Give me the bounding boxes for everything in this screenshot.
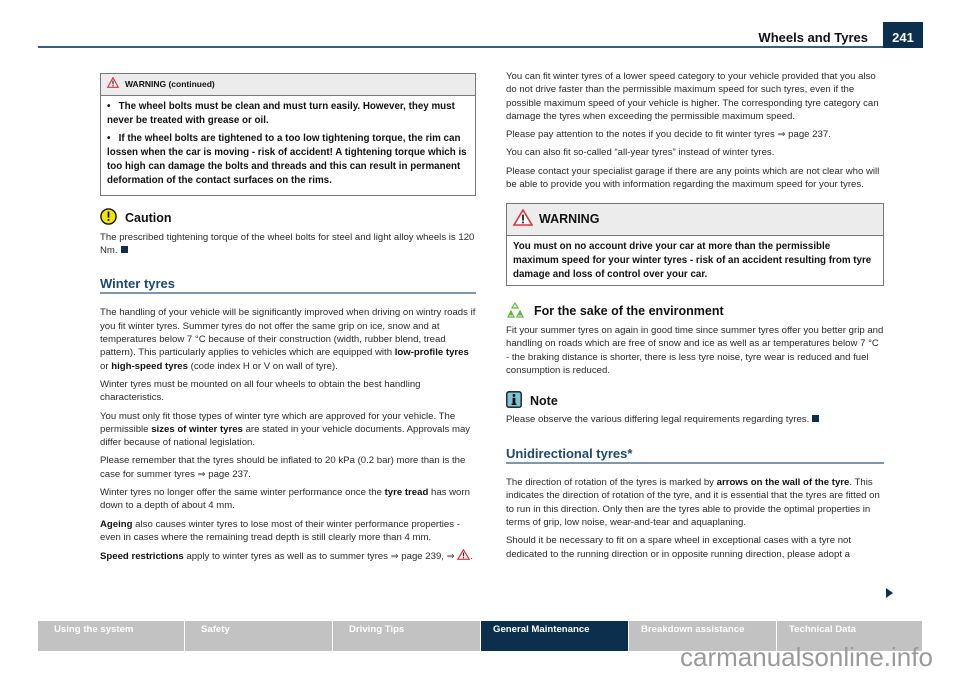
right-column: You can fit winter tyres of a lower spee… <box>506 70 884 566</box>
nav-tab-using-the-system[interactable]: Using the system <box>38 621 185 651</box>
info-icon <box>506 391 522 411</box>
warning-continued-box: WARNING (continued) • The wheel bolts mu… <box>100 73 476 197</box>
section-heading-unidirectional-tyres: Unidirectional tyres* <box>506 446 884 465</box>
caution-icon <box>100 208 117 228</box>
warning-continued-header: WARNING (continued) <box>101 74 475 97</box>
paragraph: The handling of your vehicle will be sig… <box>100 307 476 372</box>
note-text: Please observe the various differing leg… <box>506 413 884 426</box>
warning-header: WARNING <box>507 204 883 236</box>
paragraph: Winter tyres no longer offer the same wi… <box>100 487 470 512</box>
paragraph: Please contact your specialist garage if… <box>506 165 880 191</box>
warning-continued-title: WARNING (continued) <box>125 79 215 89</box>
watermark: carmanualsonline.info <box>680 642 933 672</box>
paragraph: Please pay attention to the notes if you… <box>506 129 831 141</box>
warning-title: WARNING <box>539 211 600 226</box>
warning-box: WARNING You must on no account drive you… <box>506 203 884 286</box>
warning-reference-icon[interactable] <box>457 548 471 562</box>
page-number: 241 <box>883 22 923 48</box>
nav-tab-general-maintenance[interactable]: General Maintenance <box>481 621 629 651</box>
nav-tab-safety[interactable]: Safety <box>185 621 333 651</box>
paragraph: The direction of rotation of the tyres i… <box>506 477 880 528</box>
header-rule <box>38 46 883 48</box>
recycle-leaf-icon <box>506 301 526 322</box>
end-mark-icon <box>812 415 820 423</box>
warning-continued-body: • The wheel bolts must be clean and must… <box>101 96 475 195</box>
paragraph: You can also fit so-called “all-year tyr… <box>506 147 775 159</box>
section-heading-winter-tyres: Winter tyres <box>100 277 476 295</box>
paragraph: You must only fit those types of winter … <box>100 410 471 449</box>
caution-text: The prescribed tightening torque of the … <box>100 231 475 256</box>
warning-bullet: • The wheel bolts must be clean and must… <box>107 101 455 127</box>
environment-heading: For the sake of the environment <box>506 301 884 322</box>
nav-tab-driving-tips[interactable]: Driving Tips <box>333 621 481 651</box>
paragraph: You can fit winter tyres of a lower spee… <box>506 71 879 122</box>
end-mark-icon <box>120 245 128 253</box>
note-heading: Note <box>506 391 884 411</box>
paragraph: Ageing also causes winter tyres to lose … <box>100 518 460 543</box>
warning-triangle-icon <box>512 208 534 229</box>
left-column: WARNING (continued) • The wheel bolts mu… <box>100 73 476 569</box>
paragraph: Should it be necessary to fit on a spare… <box>506 535 852 560</box>
warning-bullet: • If the wheel bolts are tightened to a … <box>107 133 467 187</box>
environment-text: Fit your summer tyres on again in good t… <box>506 324 884 376</box>
caution-heading: Caution <box>100 208 476 228</box>
paragraph: Speed restrictions apply to winter tyres… <box>100 548 474 563</box>
warning-triangle-icon <box>106 76 120 92</box>
paragraph: Winter tyres must be mounted on all four… <box>100 378 421 404</box>
continue-next-page-icon <box>886 588 893 598</box>
paragraph: Please remember that the tyres should be… <box>100 455 466 480</box>
warning-body: You must on no account drive your car at… <box>513 240 872 280</box>
chapter-title: Wheels and Tyres <box>758 30 868 45</box>
